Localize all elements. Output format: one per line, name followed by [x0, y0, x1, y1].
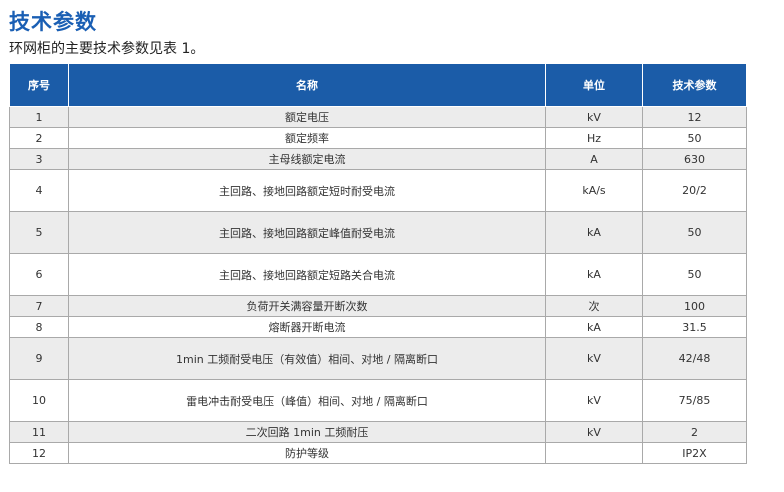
- row-unit: [545, 442, 643, 464]
- row-name: 主回路、接地回路额定短时耐受电流: [68, 169, 546, 212]
- table-row: 2 额定频率 Hz 50: [9, 127, 747, 149]
- row-value: 12: [642, 106, 747, 128]
- row-value: 630: [642, 148, 747, 170]
- row-value: 50: [642, 211, 747, 254]
- row-value: IP2X: [642, 442, 747, 464]
- row-value: 75/85: [642, 379, 747, 422]
- row-name: 额定频率: [68, 127, 546, 149]
- row-no: 4: [9, 169, 69, 212]
- column-header-value: 技术参数: [642, 63, 747, 107]
- row-unit: kA: [545, 316, 643, 338]
- table-row: 7 负荷开关满容量开断次数 次 100: [9, 295, 747, 317]
- row-no: 8: [9, 316, 69, 338]
- row-unit: Hz: [545, 127, 643, 149]
- row-no: 10: [9, 379, 69, 422]
- row-name: 主母线额定电流: [68, 148, 546, 170]
- row-name: 主回路、接地回路额定峰值耐受电流: [68, 211, 546, 254]
- row-no: 9: [9, 337, 69, 380]
- row-unit: kA: [545, 253, 643, 296]
- row-name: 主回路、接地回路额定短路关合电流: [68, 253, 546, 296]
- row-value: 20/2: [642, 169, 747, 212]
- row-unit: kV: [545, 337, 643, 380]
- table-row: 3 主母线额定电流 A 630: [9, 148, 747, 170]
- table-row: 9 1min 工频耐受电压（有效值）相间、对地 / 隔离断口 kV 42/48: [9, 337, 747, 380]
- row-name: 熔断器开断电流: [68, 316, 546, 338]
- row-name: 负荷开关满容量开断次数: [68, 295, 546, 317]
- row-name: 1min 工频耐受电压（有效值）相间、对地 / 隔离断口: [68, 337, 546, 380]
- table-row: 6 主回路、接地回路额定短路关合电流 kA 50: [9, 253, 747, 296]
- column-header-unit: 单位: [545, 63, 643, 107]
- row-name: 防护等级: [68, 442, 546, 464]
- row-unit: 次: [545, 295, 643, 317]
- table-row: 10 雷电冲击耐受电压（峰值）相间、对地 / 隔离断口 kV 75/85: [9, 379, 747, 422]
- row-no: 7: [9, 295, 69, 317]
- row-no: 3: [9, 148, 69, 170]
- row-no: 12: [9, 442, 69, 464]
- row-value: 50: [642, 253, 747, 296]
- row-value: 31.5: [642, 316, 747, 338]
- row-unit: A: [545, 148, 643, 170]
- row-no: 2: [9, 127, 69, 149]
- table-header-row: 序号 名称 单位 技术参数: [9, 63, 747, 107]
- row-no: 5: [9, 211, 69, 254]
- row-unit: kA/s: [545, 169, 643, 212]
- parameters-table: 序号 名称 单位 技术参数 1 额定电压 kV 12 2 额定频率 Hz 50 …: [9, 63, 747, 464]
- table-row: 1 额定电压 kV 12: [9, 106, 747, 128]
- page-title: 技术参数: [9, 10, 97, 34]
- row-unit: kV: [545, 379, 643, 422]
- table-row: 5 主回路、接地回路额定峰值耐受电流 kA 50: [9, 211, 747, 254]
- row-no: 1: [9, 106, 69, 128]
- row-no: 11: [9, 421, 69, 443]
- intro-text: 环网柜的主要技术参数见表 1。: [9, 41, 205, 57]
- column-header-name: 名称: [68, 63, 546, 107]
- row-value: 2: [642, 421, 747, 443]
- row-no: 6: [9, 253, 69, 296]
- table-row: 4 主回路、接地回路额定短时耐受电流 kA/s 20/2: [9, 169, 747, 212]
- row-value: 42/48: [642, 337, 747, 380]
- row-unit: kA: [545, 211, 643, 254]
- table-row: 11 二次回路 1min 工频耐压 kV 2: [9, 421, 747, 443]
- column-header-no: 序号: [9, 63, 69, 107]
- row-name: 额定电压: [68, 106, 546, 128]
- table-row: 12 防护等级 IP2X: [9, 442, 747, 464]
- row-unit: kV: [545, 106, 643, 128]
- table-row: 8 熔断器开断电流 kA 31.5: [9, 316, 747, 338]
- row-value: 100: [642, 295, 747, 317]
- row-name: 雷电冲击耐受电压（峰值）相间、对地 / 隔离断口: [68, 379, 546, 422]
- row-value: 50: [642, 127, 747, 149]
- row-name: 二次回路 1min 工频耐压: [68, 421, 546, 443]
- row-unit: kV: [545, 421, 643, 443]
